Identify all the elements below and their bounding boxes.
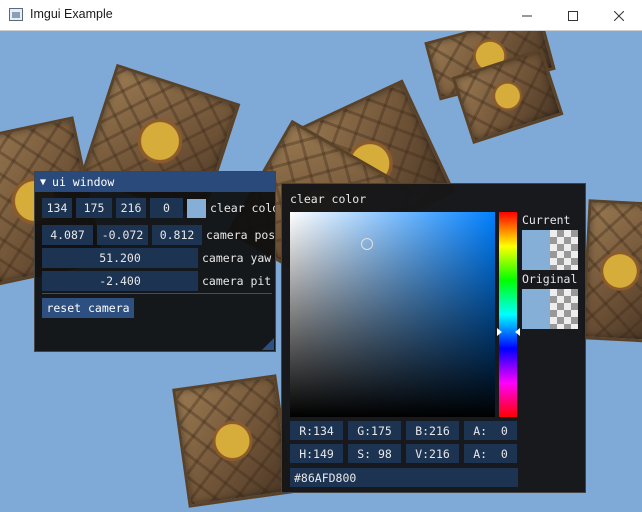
current-color-solid: [522, 230, 550, 270]
camera-pos-label: camera pos: [206, 228, 275, 242]
clear-color-label: clear colo: [210, 201, 275, 215]
hue-field[interactable]: H:149: [290, 444, 343, 463]
saturation-value-square[interactable]: [290, 212, 495, 417]
clear-color-a-field[interactable]: 0: [150, 198, 183, 218]
minimize-button[interactable]: [504, 0, 550, 31]
hue-marker-left[interactable]: [497, 328, 502, 336]
camera-yaw-field[interactable]: 51.200: [42, 248, 198, 268]
current-color-preview: [522, 230, 578, 270]
camera-yaw-row: 51.200 camera yaw: [42, 248, 271, 268]
minimize-icon: [522, 15, 532, 16]
clear-color-r-field[interactable]: 134: [42, 198, 72, 218]
maximize-icon: [568, 10, 578, 21]
camera-pos-z-field[interactable]: 0.812: [152, 225, 202, 245]
rgba-row: R:134 G:175 B:216 A: 0: [290, 421, 522, 440]
original-color-checker: [550, 289, 578, 329]
hue-bar[interactable]: [499, 212, 517, 417]
saturation-field[interactable]: S: 98: [348, 444, 401, 463]
ui-window-body: 134 175 216 0 clear colo 4.087 -0.072 0.…: [35, 192, 275, 352]
camera-pitch-row: -2.400 camera pit: [42, 271, 271, 291]
clear-color-b-field[interactable]: 216: [116, 198, 146, 218]
title-bar: Imgui Example: [0, 0, 642, 31]
window-title: Imgui Example: [30, 7, 113, 21]
sv-cursor[interactable]: [361, 238, 373, 250]
crate-cube: [172, 374, 293, 508]
hue-marker-right[interactable]: [515, 328, 520, 336]
ui-window-title: ui window: [52, 175, 115, 189]
original-color-solid: [522, 289, 550, 329]
app-icon: [9, 8, 23, 21]
value-field[interactable]: V:216: [406, 444, 459, 463]
crate-cube: [581, 199, 642, 343]
reset-camera-button[interactable]: reset camera: [42, 298, 134, 318]
resize-grip[interactable]: [262, 338, 274, 350]
hsva-row: H:149 S: 98 V:216 A: 0: [290, 444, 522, 463]
green-field[interactable]: G:175: [348, 421, 401, 440]
camera-pitch-field[interactable]: -2.400: [42, 271, 198, 291]
original-color-preview[interactable]: [522, 289, 578, 329]
blue-field[interactable]: B:216: [406, 421, 459, 440]
original-label: Original: [522, 272, 578, 286]
camera-pos-row: 4.087 -0.072 0.812 camera pos: [42, 225, 275, 245]
camera-pos-x-field[interactable]: 4.087: [42, 225, 93, 245]
camera-pitch-label: camera pit: [202, 274, 272, 288]
clear-color-row: 134 175 216 0 clear colo: [42, 198, 275, 218]
clear-color-g-field[interactable]: 175: [76, 198, 112, 218]
red-field[interactable]: R:134: [290, 421, 343, 440]
camera-pos-y-field[interactable]: -0.072: [97, 225, 148, 245]
alpha-field-hsv[interactable]: A: 0: [464, 444, 517, 463]
close-icon: [614, 10, 624, 21]
triangle-down-icon[interactable]: ▼: [40, 177, 46, 188]
ui-window[interactable]: ▼ ui window 134 175 216 0 clear colo 4.0…: [34, 171, 276, 352]
clear-color-swatch[interactable]: [187, 198, 206, 218]
current-label: Current: [522, 213, 571, 227]
color-picker-title: clear color: [290, 192, 367, 206]
alpha-field[interactable]: A: 0: [464, 421, 517, 440]
separator: [42, 293, 272, 294]
maximize-button[interactable]: [550, 0, 596, 31]
color-picker-popup[interactable]: clear color Current Original R:134 G:175…: [281, 183, 586, 493]
ui-window-header[interactable]: ▼ ui window: [35, 172, 275, 192]
current-color-checker: [550, 230, 578, 270]
hex-field[interactable]: #86AFD800: [290, 468, 518, 487]
close-button[interactable]: [596, 0, 642, 31]
camera-yaw-label: camera yaw: [202, 251, 272, 265]
